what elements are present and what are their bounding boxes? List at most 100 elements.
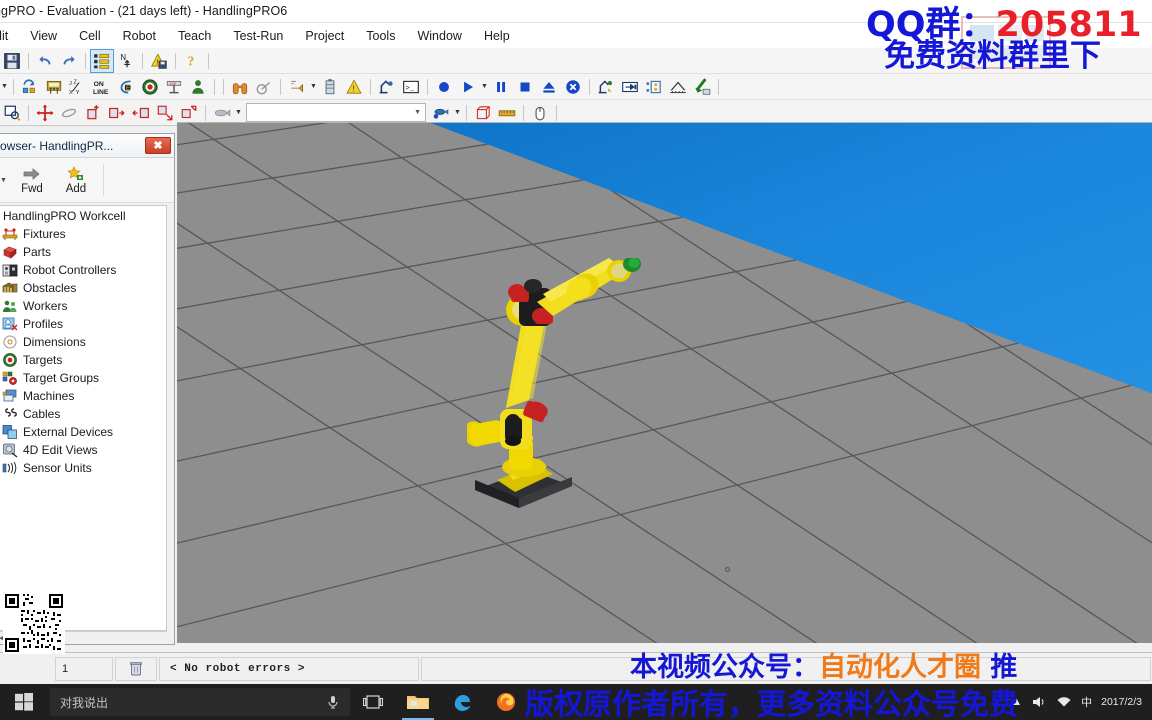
cell-browser-icon[interactable] (90, 48, 114, 73)
menu-teach[interactable]: Teach (167, 26, 222, 46)
ruler-icon[interactable] (496, 102, 518, 124)
redo-icon[interactable] (58, 50, 80, 72)
stop-icon[interactable] (514, 76, 536, 98)
svg-text:?: ? (188, 53, 195, 68)
help-icon[interactable]: ? (181, 50, 203, 72)
alarm-icon[interactable]: ! (343, 76, 365, 98)
tree-item-external-devices[interactable]: External Devices (0, 423, 166, 441)
mouse-icon[interactable] (529, 102, 551, 124)
console-icon[interactable]: >_ (400, 76, 422, 98)
play-icon[interactable] (457, 76, 479, 98)
menu-window[interactable]: Window (406, 26, 472, 46)
task-view-icon[interactable] (350, 684, 396, 720)
tree-item-fixtures[interactable]: Fixtures (0, 225, 166, 243)
wifi-icon[interactable] (1056, 695, 1072, 709)
xyz-jog-icon[interactable]: JZXY (67, 76, 89, 98)
chevron-up-icon[interactable]: ▲ (1011, 696, 1022, 708)
view-camera-icon[interactable] (430, 102, 452, 124)
move-icon[interactable] (34, 102, 56, 124)
program-robot-icon[interactable] (595, 76, 617, 98)
copy-right-icon[interactable] (106, 102, 128, 124)
tree-item-targets[interactable]: Targets (0, 351, 166, 369)
record-icon[interactable] (433, 76, 455, 98)
worker-icon[interactable] (187, 76, 209, 98)
file-explorer-icon[interactable] (396, 684, 440, 720)
menu-cell[interactable]: Cell (68, 26, 112, 46)
zoom-window-icon[interactable] (1, 102, 23, 124)
weld-gun-icon[interactable] (286, 76, 308, 98)
trash-icon[interactable] (115, 656, 157, 681)
menu-robot[interactable]: Robot (112, 26, 167, 46)
cable-icon[interactable]: E (115, 76, 137, 98)
place-part-icon[interactable] (82, 102, 104, 124)
edge-browser-icon[interactable] (440, 684, 484, 720)
offset-icon[interactable] (154, 102, 176, 124)
speaker-icon[interactable] (1031, 695, 1047, 709)
tree-item-dimensions[interactable]: Dimensions (0, 333, 166, 351)
tree-item-robot-controllers[interactable]: Robot Controllers (0, 261, 166, 279)
microphone-icon[interactable] (326, 694, 340, 710)
no-drag-icon[interactable] (253, 76, 275, 98)
caret-down-icon[interactable]: ▼ (453, 102, 462, 124)
battery-icon[interactable] (319, 76, 341, 98)
tree-item-target-groups[interactable]: Target Groups (0, 369, 166, 387)
copy-left-icon[interactable] (130, 102, 152, 124)
tree-item-workers[interactable]: Workers (0, 297, 166, 315)
camera-icon[interactable] (211, 102, 233, 124)
eject-icon[interactable] (538, 76, 560, 98)
warning-save-icon[interactable]: ! (148, 50, 170, 72)
cell-browser-horizontal-scrollbar[interactable]: ◀ (0, 631, 167, 644)
north-up-icon[interactable]: N (115, 50, 137, 72)
robot-settings-icon[interactable] (376, 76, 398, 98)
menu-view[interactable]: View (19, 26, 68, 46)
tape-icon[interactable] (619, 76, 641, 98)
measure-icon[interactable] (667, 76, 689, 98)
taskbar-clock[interactable]: 2017/2/3 (1101, 696, 1142, 708)
tree-item-obstacles[interactable]: Obstacles (0, 279, 166, 297)
3d-viewport[interactable] (177, 122, 1152, 643)
caret-down-icon[interactable]: ▼ (234, 102, 243, 124)
teach-pendant-icon[interactable] (43, 76, 65, 98)
online-icon[interactable]: ON LINE (91, 76, 113, 98)
tree-item-parts[interactable]: Parts (0, 243, 166, 261)
tree-item-4d-edit-views[interactable]: 4D Edit Views (0, 441, 166, 459)
rotate-icon[interactable] (58, 102, 80, 124)
firefox-icon[interactable] (484, 684, 528, 720)
fixture-icon[interactable]: 100 (163, 76, 185, 98)
windows-start-icon[interactable] (0, 684, 48, 720)
pause-icon[interactable] (490, 76, 512, 98)
target-icon[interactable] (139, 76, 161, 98)
wireframe-icon[interactable] (472, 102, 494, 124)
menu-project[interactable]: Project (294, 26, 355, 46)
sync-icon[interactable] (19, 76, 41, 98)
menu-tools[interactable]: Tools (355, 26, 406, 46)
cell-browser-tree[interactable]: HandlingPRO Workcell Fixtures Parts Robo… (0, 205, 167, 631)
cortana-search-input[interactable]: 对我说出 (50, 688, 350, 716)
view-select-combo[interactable]: ▼ (246, 103, 426, 122)
abort-icon[interactable] (562, 76, 584, 98)
caret-down-icon[interactable]: ▼ (0, 76, 9, 98)
tree-item-machines[interactable]: Machines (0, 387, 166, 405)
import-icon[interactable] (691, 76, 713, 98)
ports-icon[interactable] (643, 76, 665, 98)
fanuc-robot-model[interactable] (463, 256, 667, 523)
tree-item-profiles[interactable]: Profiles (0, 315, 166, 333)
back-caret-icon[interactable]: ▼ (0, 177, 9, 184)
forward-button[interactable]: Fwd (11, 160, 53, 200)
add-button[interactable]: Add (55, 160, 97, 200)
undo-icon[interactable] (34, 50, 56, 72)
tree-root-label[interactable]: HandlingPRO Workcell (0, 206, 166, 225)
caret-down-icon[interactable]: ▼ (480, 76, 489, 98)
tree-item-sensor-units[interactable]: Sensor Units (0, 459, 166, 477)
tree-item-cables[interactable]: Cables (0, 405, 166, 423)
menu-test-run[interactable]: Test-Run (222, 26, 294, 46)
scroll-left-icon[interactable]: ◀ (0, 634, 7, 642)
save-icon[interactable] (1, 50, 23, 72)
menu-help[interactable]: Help (473, 26, 521, 46)
ime-indicator[interactable]: 中 (1081, 694, 1092, 710)
snap-icon[interactable] (178, 102, 200, 124)
binoculars-icon[interactable] (229, 76, 251, 98)
caret-down-icon[interactable]: ▼ (309, 76, 318, 98)
close-icon[interactable]: ✖ (145, 137, 171, 154)
menu-edit[interactable]: dit (0, 26, 19, 46)
